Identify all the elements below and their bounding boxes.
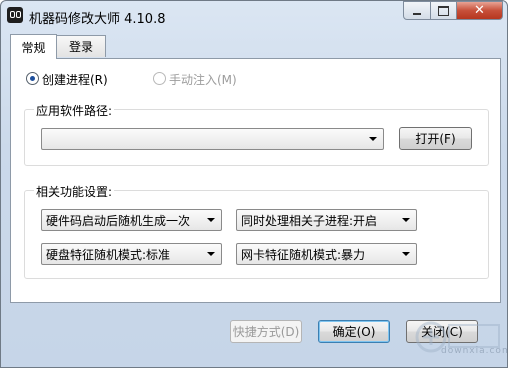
- general-tab-panel: 创建进程(R) 手动注入(M) 应用软件路径: 打开(F) 相关功能设置: 硬件…: [10, 58, 501, 303]
- hardware-code-combo[interactable]: 硬件码启动后随机生成一次: [41, 209, 222, 231]
- disk-mode-value: 硬盘特征随机模式:标准: [46, 247, 171, 262]
- title-bar[interactable]: 机器码修改大师 4.10.8 ✕: [1, 1, 507, 31]
- settings-group-title: 相关功能设置:: [34, 183, 115, 200]
- shortcut-label: 快捷方式(D): [232, 325, 300, 339]
- settings-group: 相关功能设置: 硬件码启动后随机生成一次 同时处理相关子进程:开启 硬盘特征随机…: [24, 183, 489, 279]
- watermark-logo: [415, 321, 500, 353]
- manual-inject-label[interactable]: 手动注入(M): [169, 71, 237, 88]
- ok-button[interactable]: 确定(O): [318, 320, 390, 343]
- app-window: 机器码修改大师 4.10.8 ✕ 登录 常规 创建进程(R) 手动注入(M) 应…: [0, 0, 508, 368]
- child-process-value: 同时处理相关子进程:开启: [241, 213, 378, 228]
- create-process-label[interactable]: 创建进程(R): [42, 71, 108, 88]
- watermark-text: downxia.com: [441, 346, 508, 356]
- tab-login[interactable]: 登录: [56, 35, 106, 57]
- chevron-down-icon: [402, 252, 410, 256]
- open-file-button[interactable]: 打开(F): [399, 127, 472, 150]
- minimize-icon: [413, 12, 421, 15]
- path-group-title: 应用软件路径:: [34, 102, 115, 119]
- child-process-combo[interactable]: 同时处理相关子进程:开启: [236, 209, 417, 231]
- hardware-code-value: 硬件码启动后随机生成一次: [46, 213, 191, 228]
- nic-mode-value: 网卡特征随机模式:暴力: [241, 247, 366, 262]
- chevron-down-icon: [402, 218, 410, 222]
- manual-inject-radio[interactable]: [153, 72, 166, 85]
- window-title: 机器码修改大师 4.10.8: [29, 12, 166, 27]
- maximize-icon: [438, 5, 449, 16]
- disk-mode-combo[interactable]: 硬盘特征随机模式:标准: [41, 243, 222, 265]
- open-file-label: 打开(F): [415, 132, 456, 146]
- maximize-button[interactable]: [430, 1, 457, 20]
- tab-general-label: 常规: [21, 40, 46, 55]
- app-path-combo[interactable]: [41, 128, 384, 150]
- tab-login-label: 登录: [68, 40, 93, 54]
- chevron-down-icon: [369, 137, 377, 141]
- tab-general[interactable]: 常规: [10, 34, 57, 59]
- minimize-button[interactable]: [403, 1, 431, 20]
- app-icon: [7, 7, 23, 23]
- chevron-down-icon: [207, 252, 215, 256]
- create-process-radio[interactable]: [26, 72, 39, 85]
- path-group: 应用软件路径: 打开(F): [24, 102, 489, 166]
- ok-label: 确定(O): [332, 325, 376, 339]
- close-window-button[interactable]: ✕: [456, 1, 503, 20]
- shortcut-button[interactable]: 快捷方式(D): [230, 320, 302, 343]
- nic-mode-combo[interactable]: 网卡特征随机模式:暴力: [236, 243, 417, 265]
- close-icon: ✕: [474, 3, 485, 18]
- chevron-down-icon: [207, 218, 215, 222]
